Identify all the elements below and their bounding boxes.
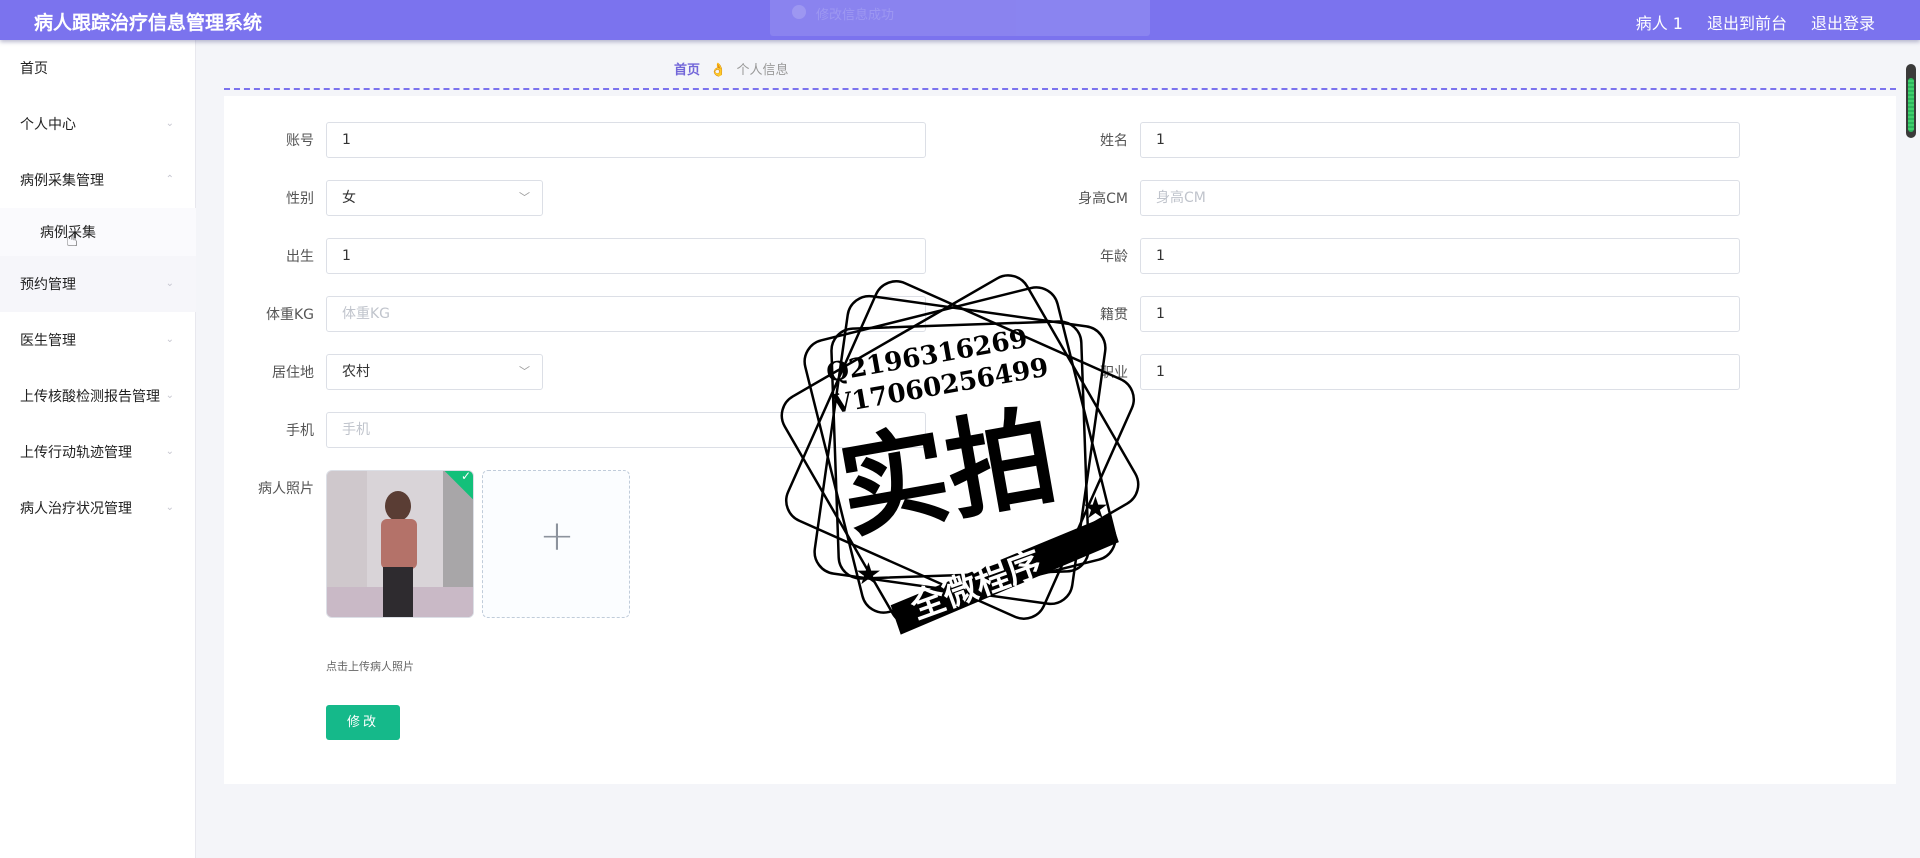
sidebar-item-nucleic-report-management[interactable]: 上传核酸检测报告管理 ⌄ xyxy=(0,368,196,424)
birth-label: 出生 xyxy=(286,249,314,265)
back-to-front-link[interactable]: 退出到前台 xyxy=(1707,10,1787,34)
sidebar-item-label: 医生管理 xyxy=(20,333,76,349)
height-label: 身高CM xyxy=(1078,191,1128,207)
breadcrumb-home[interactable]: 首页 xyxy=(674,63,700,78)
success-icon xyxy=(792,5,806,19)
residence-select[interactable]: 农村 ﹀ xyxy=(326,354,543,390)
success-toast: 修改信息成功 xyxy=(770,0,1150,36)
sidebar-item-treatment-status-management[interactable]: 病人治疗状况管理 ⌄ xyxy=(0,480,196,536)
check-icon: ✓ xyxy=(460,470,471,483)
sidebar: 首页 个人中心 ⌄ 病例采集管理 ⌃ 病例采集 预约管理 ⌄ 医生管理 ⌄ 上传… xyxy=(0,40,196,858)
residence-value: 农村 xyxy=(342,364,370,380)
sidebar-item-label: 个人中心 xyxy=(20,117,76,133)
sidebar-item-home[interactable]: 首页 xyxy=(0,40,196,96)
phone-label: 手机 xyxy=(286,423,314,439)
star-icon: ★ xyxy=(855,557,882,592)
gender-label: 性别 xyxy=(286,191,314,207)
hand-ok-icon: 👌 xyxy=(710,63,727,78)
top-bar: 病人跟踪治疗信息管理系统 修改信息成功 病人 1 退出到前台 退出登录 xyxy=(0,0,1920,40)
photo-person-head xyxy=(385,491,411,521)
chevron-down-icon: ⌄ xyxy=(165,118,174,129)
stamp-big-text: 实拍 xyxy=(831,394,1065,555)
sidebar-item-label: 病人治疗状况管理 xyxy=(20,501,132,517)
photo-label: 病人照片 xyxy=(258,481,314,497)
sidebar-item-label: 预约管理 xyxy=(20,277,76,293)
sidebar-item-trajectory-management[interactable]: 上传行动轨迹管理 ⌄ xyxy=(0,424,196,480)
modify-button[interactable]: 修改 xyxy=(326,705,400,740)
watermark-stamp: Q2196316269 V17060256499 实拍 全微程序 ★ ★ xyxy=(780,274,1140,635)
stamp-band-text: 全微程序 xyxy=(905,543,1047,627)
chevron-down-icon: ⌄ xyxy=(165,502,174,513)
patient-photo[interactable]: ✓ xyxy=(326,470,474,618)
height-input[interactable]: 身高CM xyxy=(1140,180,1740,216)
sidebar-item-personal-center[interactable]: 个人中心 ⌄ xyxy=(0,96,196,152)
dashed-divider xyxy=(224,88,1896,90)
top-links: 病人 1 退出到前台 退出登录 xyxy=(1636,10,1875,34)
pointer-cursor-icon: ☝ xyxy=(66,227,79,251)
sidebar-item-case-collection[interactable]: 病例采集 xyxy=(0,208,196,256)
job-input[interactable]: 1 xyxy=(1140,354,1740,390)
chevron-down-icon: ⌄ xyxy=(165,278,174,289)
name-label: 姓名 xyxy=(1100,133,1128,149)
scrollbar[interactable] xyxy=(1906,64,1916,138)
app-title: 病人跟踪治疗信息管理系统 xyxy=(34,12,263,34)
breadcrumb: 首页 👌 个人信息 xyxy=(674,59,789,78)
residence-label: 居住地 xyxy=(272,365,314,381)
gender-select[interactable]: 女 ﹀ xyxy=(326,180,543,216)
gender-value: 女 xyxy=(342,190,356,206)
weight-label: 体重KG xyxy=(265,307,314,323)
star-icon: ★ xyxy=(1082,491,1109,526)
sidebar-item-label: 上传核酸检测报告管理 xyxy=(20,389,160,405)
sidebar-item-label: 病例采集管理 xyxy=(20,173,104,189)
breadcrumb-current: 个人信息 xyxy=(736,63,789,78)
photo-person-torso xyxy=(381,519,417,569)
account-input[interactable]: 1 xyxy=(326,122,926,158)
name-input[interactable]: 1 xyxy=(1140,122,1740,158)
sidebar-item-label: 首页 xyxy=(20,61,48,77)
chevron-down-icon: ⌄ xyxy=(165,334,174,345)
chevron-down-icon: ⌄ xyxy=(165,446,174,457)
sidebar-item-appointment-management[interactable]: 预约管理 ⌄ xyxy=(0,256,196,312)
user-link[interactable]: 病人 1 xyxy=(1636,10,1683,34)
plus-icon: + xyxy=(539,511,575,560)
photo-person-legs xyxy=(383,567,413,617)
photo-upload-hint: 点击上传病人照片 xyxy=(326,660,414,673)
sidebar-item-label: 上传行动轨迹管理 xyxy=(20,445,132,461)
age-input[interactable]: 1 xyxy=(1140,238,1740,274)
chevron-down-icon: ⌄ xyxy=(165,390,174,401)
chevron-up-icon: ⌃ xyxy=(165,174,174,185)
chevron-down-icon: ﹀ xyxy=(519,191,530,204)
chevron-down-icon: ﹀ xyxy=(519,365,530,378)
sidebar-item-case-collection-management[interactable]: 病例采集管理 ⌃ xyxy=(0,152,196,208)
scrollbar-thumb[interactable] xyxy=(1908,78,1914,132)
toast-message: 修改信息成功 xyxy=(816,8,895,23)
logout-link[interactable]: 退出登录 xyxy=(1811,10,1875,34)
photo-upload-button[interactable]: + xyxy=(482,470,630,618)
native-place-input[interactable]: 1 xyxy=(1140,296,1740,332)
sidebar-item-doctor-management[interactable]: 医生管理 ⌄ xyxy=(0,312,196,368)
account-label: 账号 xyxy=(286,133,314,149)
